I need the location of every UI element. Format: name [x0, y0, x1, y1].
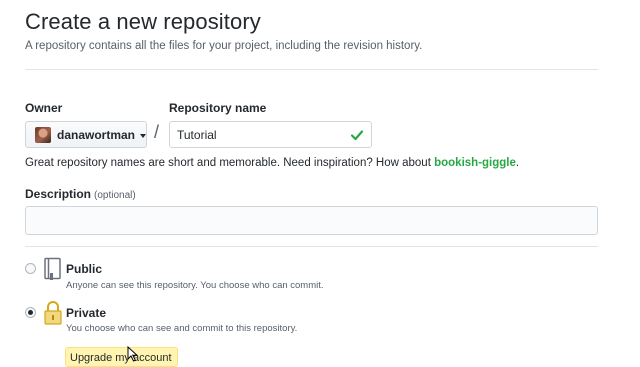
description-label: Description (optional): [25, 187, 136, 201]
repo-name-value: Tutorial: [177, 127, 217, 142]
repo-name-hint: Great repository names are short and mem…: [25, 157, 519, 169]
caret-down-icon: [140, 133, 146, 138]
section-divider: [25, 246, 598, 247]
hint-end: .: [515, 157, 520, 169]
public-description: Anyone can see this repository. You choo…: [66, 280, 324, 291]
check-icon: [350, 130, 364, 141]
header-divider: [25, 69, 598, 70]
private-title: Private: [66, 306, 107, 320]
lock-icon: [44, 301, 62, 325]
avatar: [35, 126, 51, 143]
hint-text: Great repository names are short and mem…: [25, 157, 435, 169]
private-description: You choose who can see and commit to thi…: [66, 323, 298, 334]
owner-repo-separator: /: [154, 122, 160, 142]
public-title: Public: [66, 262, 103, 276]
page-title: Create a new repository: [25, 9, 261, 34]
owner-username: danawortman: [56, 127, 135, 142]
repo-name-input[interactable]: Tutorial: [169, 121, 372, 148]
description-input[interactable]: [25, 206, 598, 235]
private-radio[interactable]: [25, 307, 36, 318]
upgrade-account-button[interactable]: Upgrade my account: [65, 347, 178, 367]
page-subtitle: A repository contains all the files for …: [25, 40, 423, 52]
repo-name-label: Repository name: [169, 101, 267, 115]
public-radio[interactable]: [25, 263, 36, 274]
description-label-text: Description: [25, 187, 92, 201]
name-suggestion-link[interactable]: bookish-giggle: [434, 157, 516, 169]
owner-label: Owner: [25, 101, 63, 115]
book-icon: [44, 257, 61, 280]
optional-tag: (optional): [94, 190, 136, 201]
owner-select-button[interactable]: danawortman: [25, 121, 147, 148]
